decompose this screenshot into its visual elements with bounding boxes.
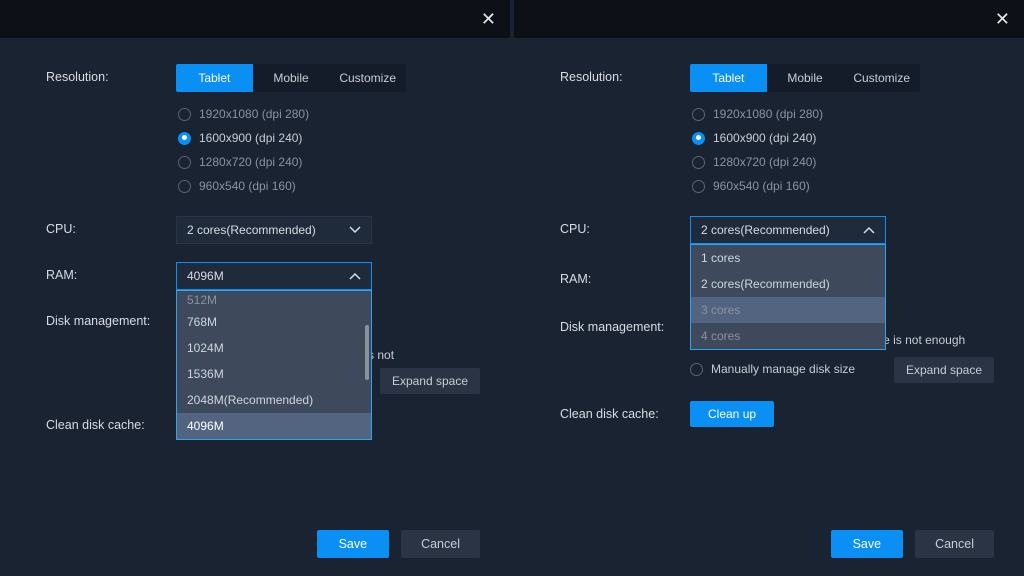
ram-controls: 4096M 512M 768M 1024M 1536M 2048M(Recomm… (176, 262, 480, 290)
resolution-option[interactable]: 1920x1080 (dpi 280) (178, 102, 480, 126)
scroll-thumb[interactable] (365, 325, 369, 380)
radio-label: 1280x720 (dpi 240) (713, 155, 816, 169)
save-button[interactable]: Save (317, 530, 390, 558)
cpu-option[interactable]: 4 cores (691, 323, 885, 349)
settings-panel-right: ✕ Resolution: Tablet Mobile Customize 19… (514, 0, 1024, 576)
cpu-label: CPU: (560, 216, 690, 242)
close-icon[interactable]: ✕ (995, 9, 1010, 30)
radio-icon (178, 156, 191, 169)
chevron-down-icon (349, 226, 361, 234)
dropdown-scrollbar[interactable] (365, 295, 369, 435)
resolution-row: Resolution: Tablet Mobile Customize 1920… (560, 64, 994, 198)
resolution-label: Resolution: (46, 64, 176, 90)
resolution-label: Resolution: (560, 64, 690, 90)
radio-label: 960x540 (dpi 160) (199, 179, 296, 193)
radio-icon (178, 108, 191, 121)
resolution-radios: 1920x1080 (dpi 280) 1600x900 (dpi 240) 1… (692, 102, 994, 198)
cpu-controls: 2 cores(Recommended) 1 cores 2 cores(Rec… (690, 216, 994, 244)
resolution-option[interactable]: 1280x720 (dpi 240) (178, 150, 480, 174)
radio-label: 1920x1080 (dpi 280) (713, 107, 823, 121)
tab-tablet[interactable]: Tablet (690, 64, 767, 92)
resolution-tabs: Tablet Mobile Customize (176, 64, 406, 92)
disk-label: Disk management: (560, 314, 690, 340)
resolution-controls: Tablet Mobile Customize 1920x1080 (dpi 2… (690, 64, 994, 198)
ram-option[interactable]: 1536M (177, 361, 371, 387)
titlebar: ✕ (514, 0, 1024, 38)
disk-label: Disk management: (46, 308, 176, 334)
ram-option[interactable]: 2048M(Recommended) (177, 387, 371, 413)
ram-dropdown[interactable]: 4096M (176, 262, 372, 290)
cpu-dropdown-list: 1 cores 2 cores(Recommended) 3 cores 4 c… (690, 244, 886, 350)
clean-label: Clean disk cache: (560, 401, 690, 427)
ram-option[interactable]: 768M (177, 309, 371, 335)
resolution-radios: 1920x1080 (dpi 280) 1600x900 (dpi 240) 1… (178, 102, 480, 198)
chevron-up-icon (349, 272, 361, 280)
ram-label: RAM: (560, 266, 690, 292)
radio-icon (692, 156, 705, 169)
ram-option[interactable]: 512M (177, 291, 371, 309)
ram-label: RAM: (46, 262, 176, 288)
ram-option[interactable]: 1024M (177, 335, 371, 361)
cpu-dropdown[interactable]: 2 cores(Recommended) (176, 216, 372, 244)
expand-space-button[interactable]: Expand space (894, 357, 994, 383)
footer: Save Cancel (0, 516, 510, 576)
resolution-option[interactable]: 1600x900 (dpi 240) (178, 126, 480, 150)
disk-manual-label: Manually manage disk size (711, 361, 855, 378)
cancel-button[interactable]: Cancel (401, 530, 480, 558)
cpu-row: CPU: 2 cores(Recommended) (46, 216, 480, 244)
ram-selected-value: 4096M (187, 269, 224, 283)
resolution-option[interactable]: 1920x1080 (dpi 280) (692, 102, 994, 126)
radio-icon (692, 108, 705, 121)
cancel-button[interactable]: Cancel (915, 530, 994, 558)
radio-icon (690, 363, 703, 376)
clean-controls: Clean up (690, 401, 994, 427)
resolution-option[interactable]: 1280x720 (dpi 240) (692, 150, 994, 174)
cpu-option[interactable]: 2 cores(Recommended) (691, 271, 885, 297)
disk-manual-option[interactable]: Manually manage disk size Expand space (690, 357, 994, 383)
save-button[interactable]: Save (831, 530, 904, 558)
clean-row: Clean disk cache: Clean up (560, 401, 994, 427)
tab-mobile[interactable]: Mobile (253, 64, 330, 92)
ram-option[interactable]: 4096M (177, 413, 371, 439)
content-area: Resolution: Tablet Mobile Customize 1920… (514, 38, 1024, 516)
cpu-controls: 2 cores(Recommended) (176, 216, 480, 244)
radio-label: 1280x720 (dpi 240) (199, 155, 302, 169)
ram-row: RAM: 4096M 512M 768M 1024M 1536M 2048M(R… (46, 262, 480, 290)
content-area: Resolution: Tablet Mobile Customize 1920… (0, 38, 510, 516)
ram-dropdown-list: 512M 768M 1024M 1536M 2048M(Recommended)… (176, 290, 372, 440)
resolution-option[interactable]: 960x540 (dpi 160) (692, 174, 994, 198)
expand-space-button[interactable]: Expand space (380, 368, 480, 394)
chevron-up-icon (863, 226, 875, 234)
resolution-tabs: Tablet Mobile Customize (690, 64, 920, 92)
tab-customize[interactable]: Customize (329, 64, 406, 92)
cpu-label: CPU: (46, 216, 176, 242)
resolution-controls: Tablet Mobile Customize 1920x1080 (dpi 2… (176, 64, 480, 198)
cpu-row: CPU: 2 cores(Recommended) 1 cores 2 core… (560, 216, 994, 244)
footer: Save Cancel (514, 516, 1024, 576)
close-icon[interactable]: ✕ (481, 9, 496, 30)
tab-tablet[interactable]: Tablet (176, 64, 253, 92)
cleanup-button[interactable]: Clean up (690, 401, 774, 427)
cpu-dropdown[interactable]: 2 cores(Recommended) (690, 216, 886, 244)
cpu-selected-value: 2 cores(Recommended) (701, 223, 830, 237)
clean-label: Clean disk cache: (46, 412, 176, 438)
radio-label: 960x540 (dpi 160) (713, 179, 810, 193)
settings-panel-left: ✕ Resolution: Tablet Mobile Customize 19… (0, 0, 510, 576)
radio-label: 1920x1080 (dpi 280) (199, 107, 309, 121)
cpu-option[interactable]: 3 cores (691, 297, 885, 323)
radio-icon (692, 180, 705, 193)
radio-label: 1600x900 (dpi 240) (199, 131, 302, 145)
radio-icon (692, 132, 705, 145)
tab-customize[interactable]: Customize (843, 64, 920, 92)
radio-icon (178, 180, 191, 193)
resolution-option[interactable]: 1600x900 (dpi 240) (692, 126, 994, 150)
cpu-selected-value: 2 cores(Recommended) (187, 223, 316, 237)
radio-label: 1600x900 (dpi 240) (713, 131, 816, 145)
titlebar: ✕ (0, 0, 510, 38)
cpu-option[interactable]: 1 cores (691, 245, 885, 271)
tab-mobile[interactable]: Mobile (767, 64, 844, 92)
resolution-option[interactable]: 960x540 (dpi 160) (178, 174, 480, 198)
radio-icon (178, 132, 191, 145)
resolution-row: Resolution: Tablet Mobile Customize 1920… (46, 64, 480, 198)
